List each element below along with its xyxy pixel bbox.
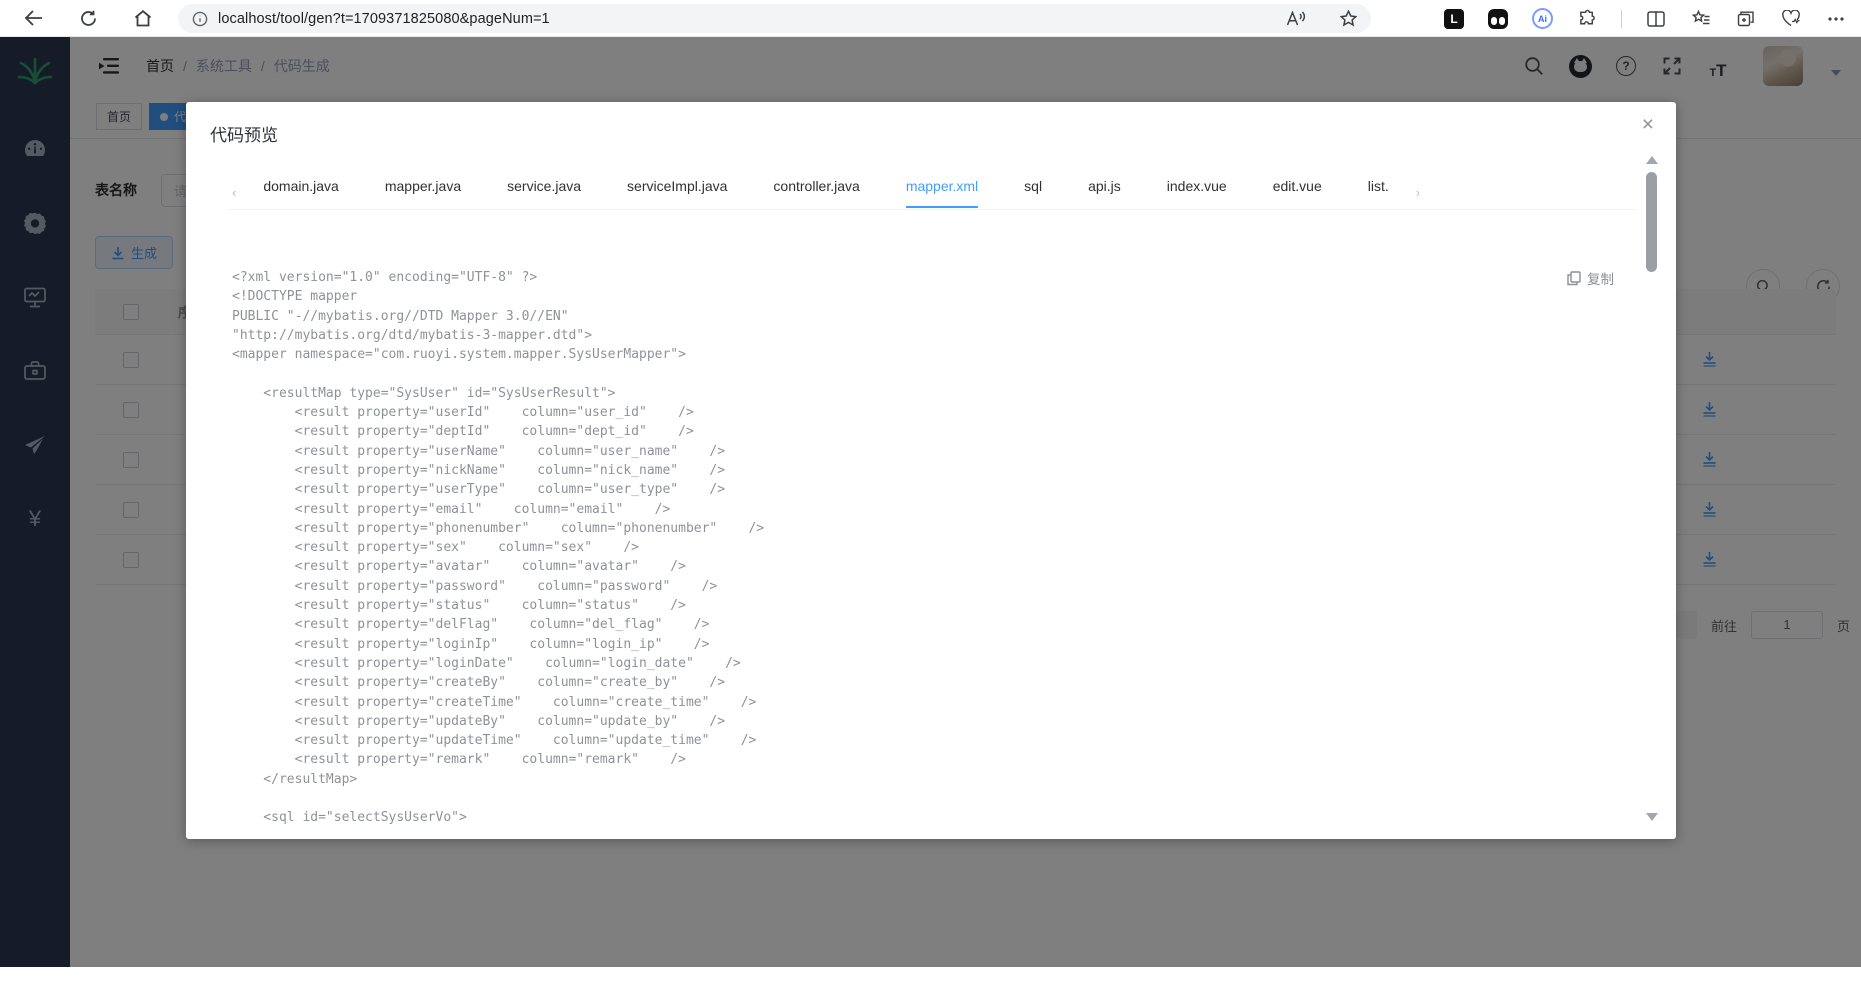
site-info-icon[interactable]	[192, 11, 208, 27]
tab-api-js[interactable]: api.js	[1065, 178, 1144, 207]
tab-controller-java[interactable]: controller.java	[750, 178, 882, 207]
favorites-list-icon[interactable]	[1690, 8, 1712, 30]
url-text[interactable]: localhost/tool/gen?t=1709371825080&pageN…	[218, 11, 550, 27]
code-content: <?xml version="1.0" encoding="UTF-8" ?> …	[186, 210, 1676, 839]
collections-icon[interactable]	[1735, 8, 1757, 30]
browser-essentials-icon[interactable]	[1780, 8, 1802, 30]
dialog-title: 代码预览	[210, 121, 278, 146]
scroll-up-icon[interactable]	[1646, 156, 1658, 164]
tab-mapper-java[interactable]: mapper.java	[362, 178, 484, 207]
tab-list-vue[interactable]: list.	[1345, 178, 1412, 207]
browser-home-icon[interactable]	[130, 5, 156, 31]
tab-serviceimpl-java[interactable]: serviceImpl.java	[604, 178, 750, 207]
split-screen-icon[interactable]	[1645, 8, 1667, 30]
code-tabs: ‹ domain.java mapper.java service.java s…	[228, 176, 1636, 210]
browser-refresh-icon[interactable]	[75, 5, 101, 31]
copy-icon	[1567, 271, 1581, 286]
tab-edit-vue[interactable]: edit.vue	[1250, 178, 1345, 207]
tab-service-java[interactable]: service.java	[484, 178, 604, 207]
browser-toolbar: localhost/tool/gen?t=1709371825080&pageN…	[0, 0, 1861, 37]
app-page: ¥ 首页 / 系统工具 / 代码生成 ?	[0, 37, 1861, 967]
address-bar[interactable]: localhost/tool/gen?t=1709371825080&pageN…	[178, 4, 1371, 33]
browser-menu-icon[interactable]	[1825, 8, 1847, 30]
dialog-close-icon[interactable]: ×	[1642, 114, 1654, 135]
tab-domain-java[interactable]: domain.java	[240, 178, 362, 207]
tab-mapper-xml[interactable]: mapper.xml	[883, 178, 1001, 207]
scroll-down-icon[interactable]	[1646, 813, 1658, 821]
tab-sql[interactable]: sql	[1001, 178, 1065, 207]
ai-extension-icon[interactable]: Ai	[1532, 8, 1553, 29]
tabs-prev-icon[interactable]: ‹	[228, 185, 240, 200]
toolbar-divider	[1621, 10, 1622, 28]
code-scrollbar[interactable]	[1644, 148, 1660, 825]
extension-l-icon[interactable]: L	[1444, 9, 1464, 29]
scrollbar-thumb[interactable]	[1646, 172, 1657, 272]
copy-button[interactable]: 复制	[1567, 268, 1614, 288]
tab-index-vue[interactable]: index.vue	[1144, 178, 1250, 207]
code-preview-dialog: 代码预览 × ‹ domain.java mapper.java service…	[186, 102, 1676, 839]
favorite-star-icon[interactable]	[1335, 6, 1361, 32]
extensions-puzzle-icon[interactable]	[1576, 8, 1598, 30]
copy-button-label: 复制	[1587, 268, 1614, 288]
browser-back-icon[interactable]	[20, 5, 46, 31]
immersive-translate-icon[interactable]	[1487, 8, 1509, 30]
tabs-next-icon[interactable]: ›	[1412, 185, 1424, 200]
read-aloud-icon[interactable]	[1283, 6, 1309, 32]
